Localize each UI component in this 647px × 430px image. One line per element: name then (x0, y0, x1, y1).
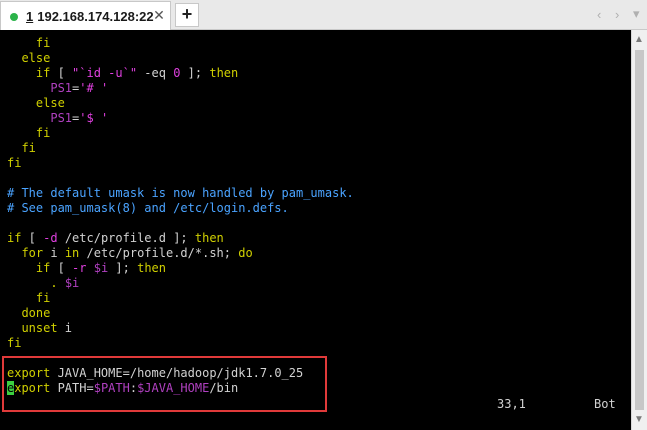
terminal-line: . $i (7, 276, 354, 291)
code-token: unset (21, 321, 58, 335)
terminal-line: unset i (7, 321, 354, 336)
code-token: [ (50, 261, 73, 275)
connected-status-icon (10, 13, 18, 21)
tab-bar: 1 192.168.174.128:22 ✕ + ‹ › ▾ (0, 0, 647, 30)
code-token: if (35, 261, 51, 275)
terminal-area[interactable]: fi else if [ "`id -u`" -eq 0 ]; then PS1… (0, 30, 631, 430)
code-token: i (57, 321, 73, 335)
code-token: -r (72, 261, 87, 275)
code-token: if (35, 66, 51, 80)
code-token: fi (35, 36, 51, 50)
scroll-up-icon[interactable]: ▲ (634, 34, 644, 45)
code-token: -eq (137, 66, 174, 80)
terminal-text: fi else if [ "`id -u`" -eq 0 ]; then PS1… (7, 36, 354, 396)
code-token: $i (93, 261, 109, 275)
code-token: i (43, 246, 65, 260)
terminal-line: fi (7, 36, 354, 51)
tab-host: 192.168.174.128:22 (37, 9, 154, 24)
code-token: else (21, 51, 51, 65)
tab-number: 1 (26, 9, 34, 24)
terminal-line: if [ -d /etc/profile.d ]; then (7, 231, 354, 246)
code-token: then (209, 66, 239, 80)
code-token: '# ' (79, 81, 109, 95)
code-token: for (21, 246, 44, 260)
code-token: [ (50, 66, 73, 80)
code-token: [ (21, 231, 44, 245)
terminal-line: fi (7, 291, 354, 306)
terminal-line: for i in /etc/profile.d/*.sh; do (7, 246, 354, 261)
new-tab-button[interactable]: + (175, 3, 199, 27)
code-token: fi (35, 291, 51, 305)
terminal-line: else (7, 96, 354, 111)
terminal-line: fi (7, 141, 354, 156)
code-token: do (238, 246, 253, 260)
terminal-line: PS1='# ' (7, 81, 354, 96)
code-token: ]; (180, 66, 210, 80)
terminal-line: # See pam_umask(8) and /etc/login.defs. (7, 201, 354, 216)
highlight-annotation-box (2, 356, 327, 412)
code-token: fi (35, 126, 51, 140)
terminal-line: # The default umask is now handled by pa… (7, 186, 354, 201)
code-token: fi (7, 156, 22, 170)
terminal-line: fi (7, 126, 354, 141)
scrollbar-thumb[interactable] (635, 50, 644, 410)
code-token: ]; (108, 261, 138, 275)
terminal-line: PS1='$ ' (7, 111, 354, 126)
tab-title: 1 192.168.174.128:22 (26, 9, 154, 24)
terminal-line: done (7, 306, 354, 321)
vertical-scrollbar[interactable]: ▲ ▼ (631, 30, 647, 430)
code-token: PS1 (50, 111, 73, 125)
code-token: $i (64, 276, 80, 290)
terminal-line: else (7, 51, 354, 66)
code-token: in (64, 246, 80, 260)
code-token: then (194, 231, 224, 245)
code-token: /etc/profile.d ]; (57, 231, 195, 245)
terminal-line: if [ "`id -u`" -eq 0 ]; then (7, 66, 354, 81)
code-token: # The default umask is now handled by pa… (7, 186, 354, 200)
cursor-position: 33,1 (497, 397, 526, 411)
code-token: '$ ' (79, 111, 109, 125)
terminal-line: if [ -r $i ]; then (7, 261, 354, 276)
code-token: # See pam_umask(8) and /etc/login.defs. (7, 201, 289, 215)
code-token: /etc/profile.d/*.sh; (79, 246, 239, 260)
close-icon[interactable]: ✕ (150, 6, 168, 24)
terminal-line: fi (7, 156, 354, 171)
chevron-left-icon[interactable]: ‹ (597, 7, 601, 22)
code-token: fi (21, 141, 36, 155)
code-token: then (137, 261, 166, 275)
code-token: . (50, 276, 58, 290)
code-token: done (21, 306, 51, 320)
chevron-right-icon[interactable]: › (615, 7, 619, 22)
code-token: "`id -u`" (72, 66, 138, 80)
code-token: fi (7, 336, 22, 350)
chevron-down-icon[interactable]: ▾ (633, 6, 640, 22)
code-token: -d (43, 231, 58, 245)
scroll-position: Bot (594, 397, 616, 411)
code-token: if (7, 231, 22, 245)
code-token: PS1 (50, 81, 73, 95)
terminal-line: fi (7, 336, 354, 351)
scroll-down-icon[interactable]: ▼ (634, 414, 644, 425)
session-tab[interactable]: 1 192.168.174.128:22 ✕ (0, 1, 171, 30)
code-token: else (35, 96, 65, 110)
